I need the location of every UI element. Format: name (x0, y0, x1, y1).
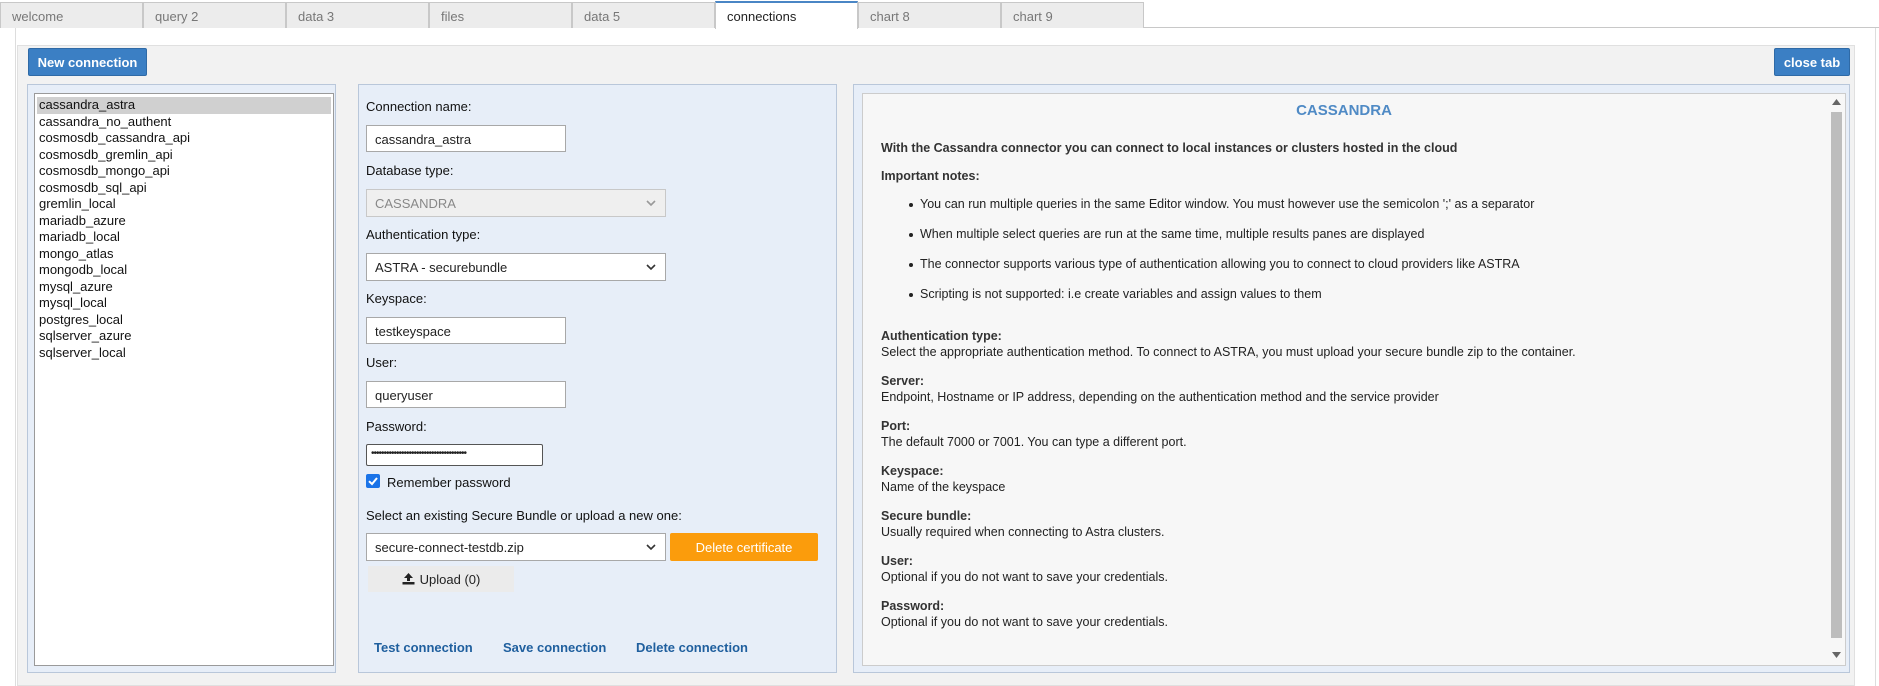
connection-name-label: Connection name: (366, 99, 472, 114)
help-section-heading: User: (881, 554, 913, 568)
list-item[interactable]: cosmosdb_gremlin_api (37, 147, 331, 164)
keyspace-input[interactable]: testkeyspace (366, 317, 566, 344)
help-section-text: Name of the keyspace (881, 480, 1006, 494)
scroll-up-icon[interactable] (1832, 99, 1841, 105)
list-item[interactable]: mariadb_local (37, 229, 331, 246)
help-note: The connector supports various type of a… (909, 257, 1520, 271)
help-section-text: Optional if you do not want to save your… (881, 570, 1168, 584)
list-item[interactable]: cosmosdb_cassandra_api (37, 130, 331, 147)
list-item[interactable]: mysql_local (37, 295, 331, 312)
list-item[interactable]: postgres_local (37, 312, 331, 329)
help-section-heading: Keyspace: (881, 464, 944, 478)
tab-welcome[interactable]: welcome (0, 2, 143, 28)
help-section-heading: Password: (881, 599, 945, 613)
help-note: You can run multiple queries in the same… (908, 197, 1535, 211)
help-section-heading: Port: (881, 419, 911, 433)
help-section-text: The default 7000 or 7001. You can type a… (881, 435, 1187, 449)
help-section-text: Optional if you do not want to save your… (881, 615, 1168, 629)
help-notes-heading: Important notes: (881, 169, 980, 183)
auth-type-select[interactable]: ASTRA - securebundle (366, 253, 666, 281)
help-section-text: Endpoint, Hostname or IP address, depend… (881, 390, 1439, 404)
list-item[interactable]: gremlin_local (37, 196, 331, 213)
chevron-down-icon (646, 544, 656, 551)
save-connection-link[interactable]: Save connection (503, 640, 606, 655)
tab-connections[interactable]: connections (715, 1, 858, 29)
tab-data-5[interactable]: data 5 (572, 2, 715, 28)
database-type-label: Database type: (366, 163, 454, 178)
upload-label: Upload (0) (419, 571, 481, 587)
user-input[interactable]: queryuser (366, 381, 566, 408)
secure-bundle-select[interactable]: secure-connect-testdb.zip (366, 533, 666, 561)
secure-bundle-value: secure-connect-testdb.zip (375, 540, 524, 555)
checkmark-icon (368, 477, 378, 486)
keyspace-label: Keyspace: (366, 291, 427, 306)
database-type-select: CASSANDRA (366, 189, 666, 217)
user-label: User: (366, 355, 398, 370)
auth-type-label: Authentication type: (366, 227, 481, 242)
help-section-heading: Secure bundle: (881, 509, 972, 523)
delete-connection-link[interactable]: Delete connection (636, 640, 748, 655)
password-input[interactable]: •••••••••••••••••••••••••••••••••••••• (366, 444, 543, 466)
list-item[interactable]: cosmosdb_sql_api (37, 180, 331, 197)
help-scrollbar[interactable] (1829, 96, 1843, 663)
test-connection-link[interactable]: Test connection (374, 640, 473, 655)
help-note: When multiple select queries are run at … (908, 227, 1425, 241)
password-label: Password: (366, 419, 427, 434)
connection-list[interactable]: cassandra_astra cassandra_no_authent cos… (34, 93, 334, 666)
help-title: CASSANDRA (1296, 102, 1392, 119)
tab-data-3[interactable]: data 3 (286, 2, 429, 28)
list-item[interactable]: cosmosdb_mongo_api (37, 163, 331, 180)
new-connection-button[interactable]: New connection (28, 48, 147, 76)
list-item[interactable]: mongo_atlas (37, 246, 331, 263)
list-item[interactable]: sqlserver_azure (37, 328, 331, 345)
chevron-down-icon (646, 200, 656, 207)
list-item[interactable]: cassandra_astra (37, 97, 331, 114)
help-section-text: Select the appropriate authentication me… (881, 345, 1576, 359)
help-note: Scripting is not supported: i.e create v… (909, 287, 1322, 301)
auth-type-value: ASTRA - securebundle (375, 260, 508, 275)
tab-chart-8[interactable]: chart 8 (858, 2, 1001, 28)
help-intro: With the Cassandra connector you can con… (881, 141, 1458, 155)
tab-files[interactable]: files (429, 2, 572, 28)
close-tab-button[interactable]: close tab (1774, 48, 1850, 76)
delete-certificate-button[interactable]: Delete certificate (670, 533, 818, 561)
tab-bar: welcome query 2 data 3 files data 5 conn… (0, 0, 1879, 29)
remember-password-checkbox[interactable] (366, 474, 380, 488)
remember-password-label: Remember password (387, 475, 511, 490)
chevron-down-icon (646, 264, 656, 271)
help-section-heading: Server: (881, 374, 925, 388)
help-section-text: Usually required when connecting to Astr… (881, 525, 1165, 539)
tab-query-2[interactable]: query 2 (143, 2, 286, 28)
upload-icon (402, 573, 415, 585)
list-item[interactable]: sqlserver_local (37, 345, 331, 362)
database-type-value: CASSANDRA (375, 196, 456, 211)
upload-button[interactable]: Upload (0) (368, 566, 514, 592)
help-content[interactable]: CASSANDRA With the Cassandra connector y… (862, 93, 1846, 666)
scroll-down-icon[interactable] (1832, 652, 1841, 658)
tab-chart-9[interactable]: chart 9 (1001, 2, 1144, 28)
scrollbar-thumb[interactable] (1831, 112, 1842, 638)
list-item[interactable]: cassandra_no_authent (37, 114, 331, 131)
bundle-label: Select an existing Secure Bundle or uplo… (366, 508, 682, 523)
list-item[interactable]: mysql_azure (37, 279, 331, 296)
help-section-heading: Authentication type: (881, 329, 1002, 343)
list-item[interactable]: mariadb_azure (37, 213, 331, 230)
connection-name-input[interactable]: cassandra_astra (366, 125, 566, 152)
list-item[interactable]: mongodb_local (37, 262, 331, 279)
